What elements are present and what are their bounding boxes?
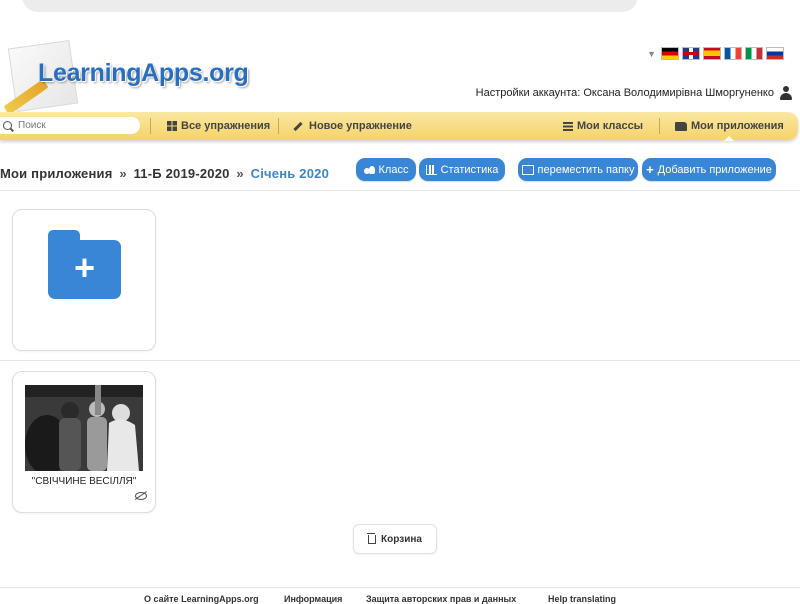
pencil-icon bbox=[293, 121, 303, 131]
ru-flag-icon[interactable] bbox=[766, 47, 784, 60]
footer-privacy-link[interactable]: Защита авторских прав и данных bbox=[366, 594, 516, 604]
nav-my-classes-label: Мои классы bbox=[577, 120, 644, 132]
class-button[interactable]: Класс bbox=[356, 158, 416, 181]
statistics-button[interactable]: Статистика bbox=[419, 158, 505, 181]
breadcrumb-separator: » bbox=[119, 166, 127, 181]
divider bbox=[0, 360, 800, 361]
es-flag-icon[interactable] bbox=[703, 47, 721, 60]
nav-my-apps[interactable]: Мои приложения bbox=[675, 112, 784, 141]
move-folder-button-label: переместить папку bbox=[537, 163, 635, 176]
app-thumbnail-image bbox=[25, 385, 143, 471]
nav-divider bbox=[659, 118, 660, 134]
class-button-label: Класс bbox=[378, 163, 409, 176]
fr-flag-icon[interactable] bbox=[724, 47, 742, 60]
breadcrumb-root[interactable]: Мои приложения bbox=[0, 166, 113, 181]
move-folder-button[interactable]: переместить папку bbox=[518, 158, 638, 181]
it-flag-icon[interactable] bbox=[745, 47, 763, 60]
footer-help-link[interactable]: Help translating bbox=[548, 594, 616, 604]
nav-divider bbox=[278, 118, 279, 134]
user-icon bbox=[780, 86, 792, 100]
logo-text: LearningApps.org bbox=[38, 59, 249, 87]
trash-icon bbox=[367, 532, 377, 544]
divider bbox=[0, 190, 800, 191]
breadcrumb-folder[interactable]: 11-Б 2019-2020 bbox=[134, 166, 230, 181]
breadcrumb: Мои приложения » 11-Б 2019-2020 » Січень… bbox=[0, 166, 329, 181]
add-app-button[interactable]: + Добавить приложение bbox=[642, 158, 776, 181]
add-app-button-label: Добавить приложение bbox=[657, 163, 772, 176]
trash-button-label: Корзина bbox=[381, 533, 422, 545]
nav-my-apps-label: Мои приложения bbox=[691, 120, 784, 132]
folder-open-icon bbox=[675, 121, 687, 131]
breadcrumb-current: Січень 2020 bbox=[250, 166, 330, 181]
chevron-down-icon[interactable]: ▼ bbox=[647, 49, 656, 59]
site-logo[interactable]: LearningApps.org bbox=[0, 39, 270, 115]
add-folder-icon: + bbox=[48, 230, 121, 299]
footer-about-link[interactable]: О сайте LearningApps.org bbox=[144, 594, 259, 604]
footer: О сайте LearningApps.org Информация Защи… bbox=[0, 587, 800, 604]
app-title[interactable]: "СВІЧЧИНЕ ВЕСІЛЛЯ" bbox=[13, 476, 155, 487]
list-icon bbox=[563, 121, 573, 131]
nav-new-exercise[interactable]: Новое упражнение bbox=[293, 112, 412, 140]
plus-icon: + bbox=[646, 162, 654, 177]
nav-all-exercises-label: Все упражнения bbox=[181, 120, 271, 132]
de-flag-icon[interactable] bbox=[661, 47, 679, 60]
footer-info-link[interactable]: Информация bbox=[284, 594, 342, 604]
top-search-area bbox=[22, 0, 638, 12]
bar-chart-icon bbox=[425, 164, 437, 175]
account-label: Настройки аккаунта: Оксана Володимирівна… bbox=[475, 87, 774, 99]
new-folder-card[interactable]: + bbox=[12, 209, 156, 351]
search-box bbox=[0, 117, 140, 134]
users-icon bbox=[363, 165, 375, 174]
grid-icon bbox=[167, 121, 177, 131]
statistics-button-label: Статистика bbox=[440, 163, 499, 176]
nav-new-exercise-label: Новое упражнение bbox=[309, 120, 412, 132]
search-input[interactable] bbox=[16, 119, 138, 132]
language-selector[interactable]: ▼ bbox=[647, 47, 784, 60]
nav-my-classes[interactable]: Мои классы bbox=[563, 112, 643, 140]
eye-slash-icon[interactable] bbox=[135, 492, 147, 500]
app-thumbnail bbox=[25, 385, 143, 471]
nav-divider bbox=[150, 118, 151, 134]
gb-flag-icon[interactable] bbox=[682, 47, 700, 60]
account-settings-link[interactable]: Настройки аккаунта: Оксана Володимирівна… bbox=[476, 86, 792, 100]
main-navbar: Все упражнения Новое упражнение Мои клас… bbox=[0, 112, 798, 141]
trash-button[interactable]: Корзина bbox=[353, 524, 437, 554]
move-folder-icon bbox=[521, 164, 534, 175]
app-card[interactable]: "СВІЧЧИНЕ ВЕСІЛЛЯ" bbox=[12, 371, 156, 513]
nav-all-exercises[interactable]: Все упражнения bbox=[167, 112, 270, 140]
breadcrumb-separator: » bbox=[236, 166, 244, 181]
search-icon bbox=[3, 121, 12, 130]
